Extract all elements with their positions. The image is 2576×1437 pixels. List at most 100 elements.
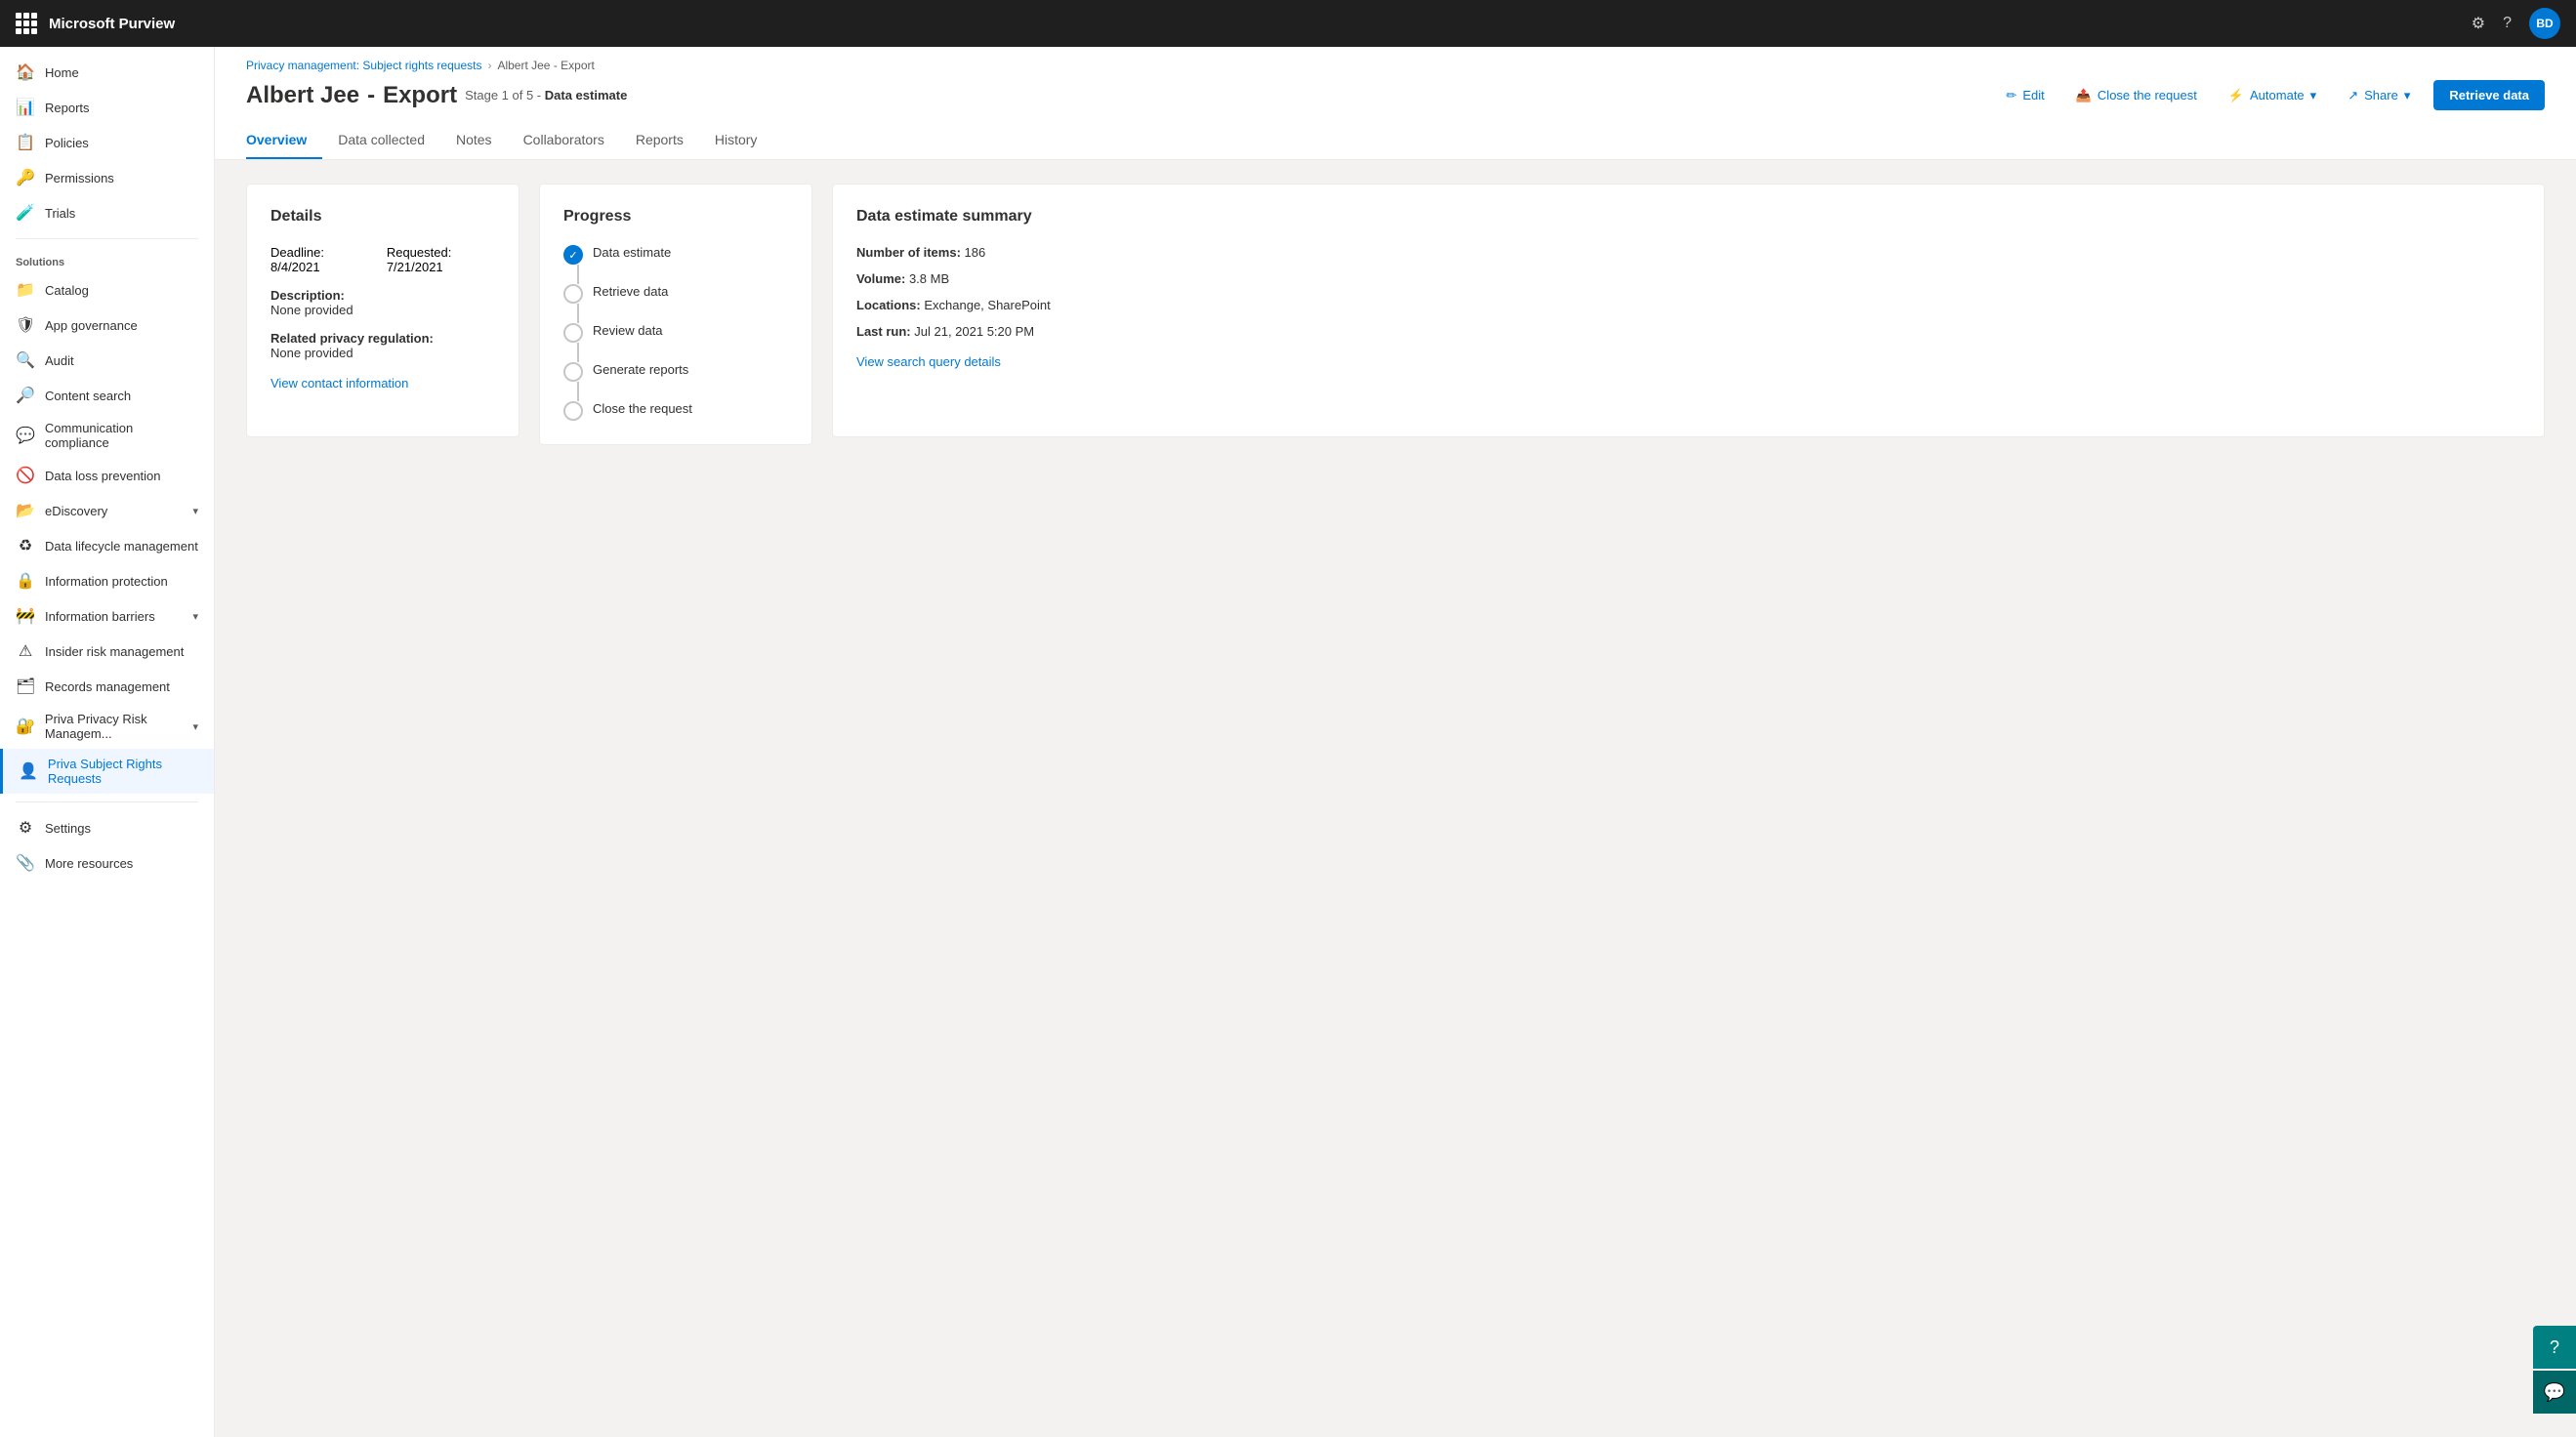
summary-volume-row: Volume: 3.8 MB bbox=[856, 271, 2520, 286]
sidebar-item-content-search[interactable]: 🔎 Content search bbox=[0, 378, 214, 413]
view-contact-link[interactable]: View contact information bbox=[270, 376, 495, 390]
breadcrumb-parent[interactable]: Privacy management: Subject rights reque… bbox=[246, 59, 481, 72]
sidebar-item-records-mgmt[interactable]: 🗂 Records management bbox=[0, 669, 214, 704]
progress-step-retrieve-data: Retrieve data bbox=[563, 284, 788, 323]
cards-area: Details Deadline: 8/4/2021 Requested: 7/… bbox=[215, 160, 2576, 469]
data-lifecycle-icon: ♻ bbox=[16, 536, 35, 555]
edit-button[interactable]: ✏ Edit bbox=[1998, 84, 2052, 107]
step-label-data-estimate: Data estimate bbox=[593, 245, 671, 260]
sidebar-item-priva-risk[interactable]: 🔐 Priva Privacy Risk Managem... ▾ bbox=[0, 704, 214, 749]
sidebar-label-settings: Settings bbox=[45, 821, 91, 836]
feedback-icon: 💬 bbox=[2544, 1382, 2565, 1403]
sidebar-label-app-governance: App governance bbox=[45, 318, 138, 333]
volume-label: Volume: bbox=[856, 271, 905, 286]
retrieve-data-button[interactable]: Retrieve data bbox=[2433, 80, 2545, 110]
sidebar-label-audit: Audit bbox=[45, 353, 74, 368]
sidebar-item-settings[interactable]: ⚙ Settings bbox=[0, 810, 214, 845]
sidebar-item-data-lifecycle[interactable]: ♻ Data lifecycle management bbox=[0, 528, 214, 563]
sidebar-label-catalog: Catalog bbox=[45, 283, 89, 298]
summary-items-row: Number of items: 186 bbox=[856, 245, 2520, 260]
view-search-query-link[interactable]: View search query details bbox=[856, 354, 2520, 369]
regulation-label: Related privacy regulation: bbox=[270, 331, 495, 346]
info-barriers-chevron-icon: ▾ bbox=[192, 610, 198, 623]
sidebar-item-insider-risk[interactable]: ⚠ Insider risk management bbox=[0, 634, 214, 669]
audit-icon: 🔍 bbox=[16, 350, 35, 370]
step-label-close: Close the request bbox=[593, 401, 692, 416]
title-separator: - bbox=[367, 82, 375, 109]
tab-overview[interactable]: Overview bbox=[246, 122, 322, 159]
volume-value: 3.8 MB bbox=[909, 271, 949, 286]
summary-card-title: Data estimate summary bbox=[856, 208, 2520, 226]
breadcrumb-current: Albert Jee - Export bbox=[497, 59, 594, 72]
sidebar-item-reports[interactable]: 📊 Reports bbox=[0, 90, 214, 125]
sidebar-label-reports: Reports bbox=[45, 101, 90, 115]
automate-icon: ⚡ bbox=[2228, 88, 2244, 103]
settings-icon[interactable]: ⚙ bbox=[2472, 14, 2485, 33]
reports-icon: 📊 bbox=[16, 98, 35, 117]
page-title: Albert Jee - Export Stage 1 of 5 - Data … bbox=[246, 82, 627, 109]
comm-compliance-icon: 💬 bbox=[16, 426, 35, 445]
sidebar-item-catalog[interactable]: 📁 Catalog bbox=[0, 272, 214, 308]
regulation-row: Related privacy regulation: None provide… bbox=[270, 331, 495, 360]
tab-notes[interactable]: Notes bbox=[456, 122, 508, 159]
waffle-icon[interactable] bbox=[16, 13, 37, 34]
sidebar-label-priva-subject: Priva Subject Rights Requests bbox=[48, 757, 198, 786]
share-button[interactable]: ↗ Share ▾ bbox=[2340, 84, 2418, 107]
deadline-label-value: Deadline: 8/4/2021 bbox=[270, 245, 363, 274]
feedback-icon-btn[interactable]: 💬 bbox=[2533, 1371, 2576, 1414]
app-governance-icon: 🛡 bbox=[16, 315, 35, 335]
automate-label: Automate bbox=[2250, 88, 2305, 103]
progress-step-generate-reports: Generate reports bbox=[563, 362, 788, 401]
sidebar-item-info-barriers[interactable]: 🚧 Information barriers ▾ bbox=[0, 598, 214, 634]
tab-reports[interactable]: Reports bbox=[636, 122, 699, 159]
automate-button[interactable]: ⚡ Automate ▾ bbox=[2221, 84, 2324, 107]
insider-risk-icon: ⚠ bbox=[16, 641, 35, 661]
header-actions: ✏ Edit 📤 Close the request ⚡ Automate ▾ … bbox=[1998, 80, 2545, 110]
home-icon: 🏠 bbox=[16, 62, 35, 82]
priva-risk-chevron-icon: ▾ bbox=[192, 720, 198, 733]
sidebar-item-audit[interactable]: 🔍 Audit bbox=[0, 343, 214, 378]
avatar[interactable]: BD bbox=[2529, 8, 2560, 39]
items-value: 186 bbox=[965, 245, 986, 260]
progress-step-close-request: Close the request bbox=[563, 401, 788, 421]
more-resources-icon: 📎 bbox=[16, 853, 35, 873]
sidebar-item-policies[interactable]: 📋 Policies bbox=[0, 125, 214, 160]
sidebar-item-more-resources[interactable]: 📎 More resources bbox=[0, 845, 214, 881]
share-label: Share bbox=[2364, 88, 2398, 103]
progress-card: Progress ✓ Data estimate bbox=[539, 184, 812, 445]
sidebar-item-priva-subject[interactable]: 👤 Priva Subject Rights Requests bbox=[0, 749, 214, 794]
description-value: None provided bbox=[270, 303, 495, 317]
sidebar-item-trials[interactable]: 🧪 Trials bbox=[0, 195, 214, 230]
sidebar-label-data-lifecycle: Data lifecycle management bbox=[45, 539, 198, 554]
ediscovery-icon: 📂 bbox=[16, 501, 35, 520]
step-circle-retrieve bbox=[563, 284, 583, 304]
breadcrumb: Privacy management: Subject rights reque… bbox=[246, 59, 2545, 72]
close-request-icon: 📤 bbox=[2076, 88, 2092, 103]
step-circle-review bbox=[563, 323, 583, 343]
stage-highlight: Data estimate bbox=[545, 88, 628, 103]
sidebar-item-home[interactable]: 🏠 Home bbox=[0, 55, 214, 90]
regulation-value: None provided bbox=[270, 346, 495, 360]
ediscovery-chevron-icon: ▾ bbox=[192, 505, 198, 517]
sidebar-item-dlp[interactable]: 🚫 Data loss prevention bbox=[0, 458, 214, 493]
sidebar-label-insider-risk: Insider risk management bbox=[45, 644, 184, 659]
sidebar-item-info-protection[interactable]: 🔒 Information protection bbox=[0, 563, 214, 598]
step-connector-4 bbox=[577, 382, 579, 401]
step-label-retrieve: Retrieve data bbox=[593, 284, 668, 299]
description-row: Description: None provided bbox=[270, 288, 495, 317]
records-mgmt-icon: 🗂 bbox=[16, 677, 35, 696]
tab-history[interactable]: History bbox=[715, 122, 773, 159]
close-request-button[interactable]: 📤 Close the request bbox=[2068, 84, 2205, 107]
sidebar-item-ediscovery[interactable]: 📂 eDiscovery ▾ bbox=[0, 493, 214, 528]
items-label: Number of items: bbox=[856, 245, 961, 260]
tab-collaborators[interactable]: Collaborators bbox=[523, 122, 620, 159]
help-icon[interactable]: ? bbox=[2503, 15, 2512, 32]
tab-data-collected[interactable]: Data collected bbox=[338, 122, 440, 159]
sidebar-item-permissions[interactable]: 🔑 Permissions bbox=[0, 160, 214, 195]
sidebar-item-app-governance[interactable]: 🛡 App governance bbox=[0, 308, 214, 343]
stage-badge: Stage 1 of 5 - Data estimate bbox=[465, 88, 627, 103]
topbar-left: Microsoft Purview bbox=[16, 13, 175, 34]
deadline-label: Deadline: bbox=[270, 245, 324, 260]
sidebar-item-comm-compliance[interactable]: 💬 Communication compliance bbox=[0, 413, 214, 458]
chat-icon-btn[interactable]: ? bbox=[2533, 1326, 2576, 1369]
